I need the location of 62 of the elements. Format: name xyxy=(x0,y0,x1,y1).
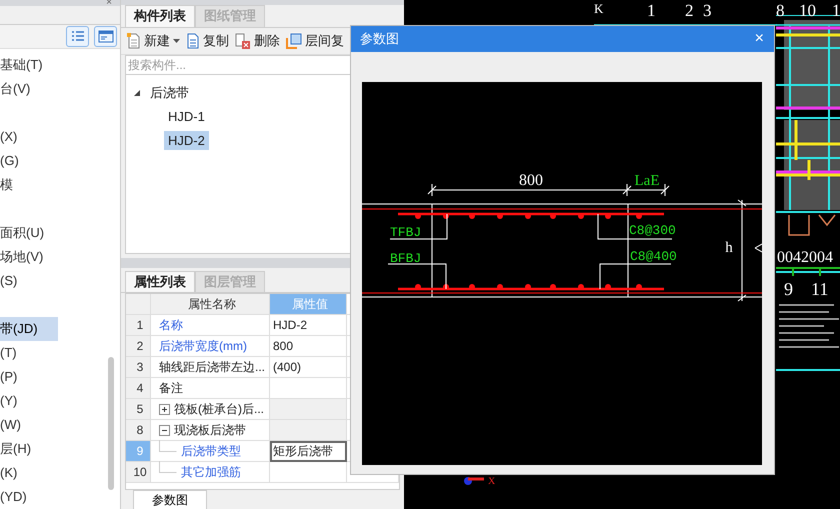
tree-line-icon xyxy=(159,440,177,452)
drawing-label: 2 xyxy=(685,2,694,19)
window-view-button[interactable] xyxy=(94,26,117,47)
row-number: 8 xyxy=(126,420,151,442)
scrollbar-thumb[interactable] xyxy=(108,357,114,490)
drawing-label: X xyxy=(488,477,496,487)
new-document-icon xyxy=(127,32,141,49)
diagram-label: 800 xyxy=(519,172,543,189)
arrow-icon xyxy=(754,244,762,252)
drawing-label: 3 xyxy=(703,2,712,19)
tab[interactable]: 构件列表 xyxy=(125,5,195,27)
table-cell[interactable] xyxy=(270,378,347,400)
list-icon xyxy=(70,30,84,42)
column-header[interactable]: 属性名称 xyxy=(151,294,270,316)
toolbar-button[interactable]: 复制 xyxy=(186,32,229,50)
tab[interactable]: 参数图 xyxy=(133,490,207,509)
expand-icon[interactable] xyxy=(159,404,170,415)
property-value[interactable]: (400) xyxy=(270,357,347,378)
property-group[interactable]: 筏板(桩承台)后... xyxy=(151,399,270,420)
header-cell xyxy=(126,294,151,316)
drawing-label: 0042004 xyxy=(777,250,833,266)
tab[interactable]: 属性列表 xyxy=(125,270,195,292)
table-cell[interactable] xyxy=(270,462,347,484)
tree-item[interactable]: HJD-1 xyxy=(164,107,209,126)
dialog-title: 参数图 xyxy=(360,30,399,48)
row-number: 3 xyxy=(126,357,151,378)
tree-line-icon xyxy=(159,461,177,474)
property-value[interactable]: 800 xyxy=(270,336,347,358)
delete-icon xyxy=(235,32,251,49)
toolbar-button[interactable]: 层间复 xyxy=(286,32,344,50)
diagram-label: LaE xyxy=(634,173,660,189)
close-button[interactable]: × xyxy=(754,31,764,47)
diagram-label: BFBJ xyxy=(390,251,422,266)
property-value[interactable]: HJD-2 xyxy=(270,315,347,336)
toolbar-button[interactable]: 新建 xyxy=(127,32,180,50)
collapse-icon[interactable] xyxy=(159,424,170,436)
drawing-label: 11 xyxy=(811,280,828,298)
expanded-triangle-icon[interactable] xyxy=(134,90,140,96)
tree-item[interactable]: HJD-2 xyxy=(164,131,209,150)
sidebar-item[interactable]: 带(JD) xyxy=(0,317,58,341)
list-view-button[interactable] xyxy=(66,26,89,47)
row-number: 2 xyxy=(126,336,151,358)
axis-icon xyxy=(464,477,484,486)
drawing-label: 1 xyxy=(647,2,656,19)
row-number: 5 xyxy=(126,399,151,420)
diagram-label: C8@300 xyxy=(629,223,676,238)
diagram-label: TFBJ xyxy=(390,225,422,240)
row-number: 10 xyxy=(126,462,151,484)
diagram-label: h xyxy=(725,240,733,256)
property-group[interactable]: 现浇板后浇带 xyxy=(151,420,270,442)
document-icon xyxy=(186,32,200,49)
drawing-label: K xyxy=(594,2,604,15)
window-icon xyxy=(98,30,114,43)
property-value[interactable]: 矩形后浇带 xyxy=(270,441,347,462)
tree-item[interactable]: 后浇带 xyxy=(146,82,193,104)
layers-icon xyxy=(286,32,302,49)
row-number: 9 xyxy=(126,441,151,462)
row-number: 1 xyxy=(126,315,151,336)
diagram-label: C8@400 xyxy=(630,249,677,264)
toolbar-button[interactable]: 删除 xyxy=(235,32,280,50)
drawing-label: 9 xyxy=(784,280,793,298)
row-number: 4 xyxy=(126,378,151,400)
